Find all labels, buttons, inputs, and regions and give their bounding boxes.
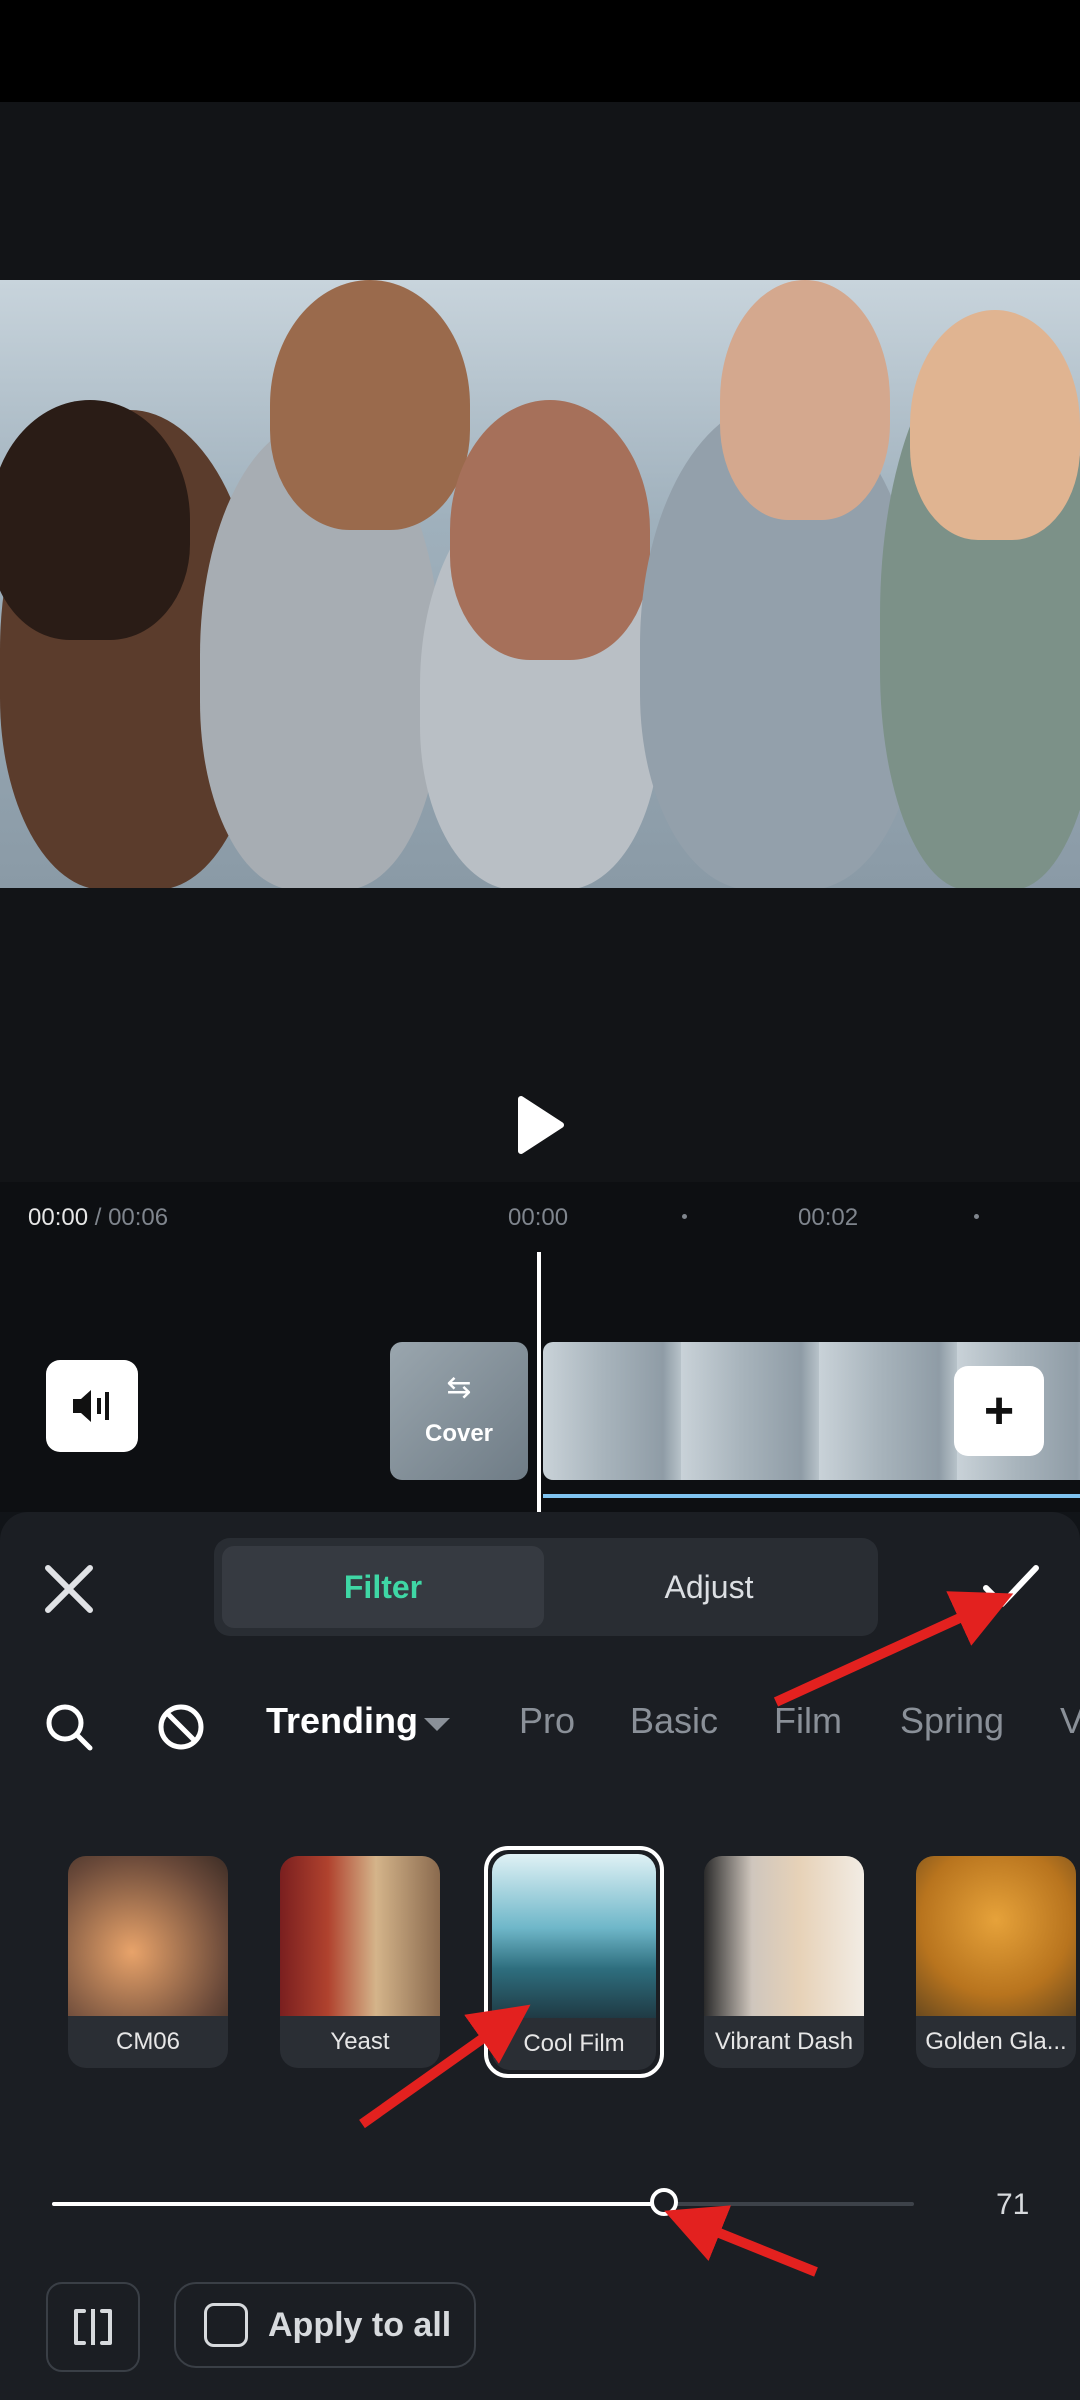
total-time: / 00:06 xyxy=(88,1204,169,1231)
cover-label: Cover xyxy=(424,1420,494,1447)
apply-to-all-toggle[interactable]: Apply to all xyxy=(174,2282,476,2368)
check-icon[interactable] xyxy=(982,1562,1040,1612)
filter-label: Vibrant Dash xyxy=(714,2028,854,2055)
filter-thumbnail xyxy=(704,1856,864,2016)
filter-adjust-tabs: Filter Adjust xyxy=(214,1538,878,1636)
category-spring[interactable]: Spring xyxy=(900,1700,1004,1752)
category-pro[interactable]: Pro xyxy=(519,1700,575,1752)
filter-golden-glow[interactable]: Golden Gla... xyxy=(916,1856,1076,2068)
split-compare-icon xyxy=(74,2309,112,2345)
tab-adjust[interactable]: Adjust xyxy=(548,1546,870,1628)
no-filter-icon[interactable] xyxy=(156,1702,206,1752)
swap-icon: ⇆ xyxy=(446,1371,472,1404)
volume-icon xyxy=(73,1390,109,1422)
slider-value: 71 xyxy=(996,2188,1030,2221)
category-more[interactable]: V xyxy=(1060,1700,1080,1752)
add-clip-button[interactable]: + xyxy=(954,1366,1044,1456)
filter-yeast[interactable]: Yeast xyxy=(280,1856,440,2068)
filter-thumbnail xyxy=(916,1856,1076,2016)
plus-icon: + xyxy=(983,1382,1015,1440)
clip-selection-line xyxy=(543,1494,1080,1498)
status-bar xyxy=(0,0,1080,102)
slider-fill xyxy=(52,2202,665,2206)
ruler-dot xyxy=(682,1214,687,1219)
filter-label: Yeast xyxy=(330,2028,390,2055)
video-preview xyxy=(0,280,1080,888)
mute-audio-button[interactable] xyxy=(46,1360,138,1452)
ruler-dot xyxy=(974,1214,979,1219)
ruler-mark: 00:00 xyxy=(508,1204,569,1231)
search-icon[interactable] xyxy=(44,1702,94,1752)
filter-thumbnail xyxy=(280,1856,440,2016)
time-display: 00:00 / 00:06 xyxy=(28,1204,168,1232)
filter-label: Golden Gla... xyxy=(925,2028,1067,2055)
category-basic[interactable]: Basic xyxy=(630,1700,718,1752)
cover-button[interactable]: ⇆ Cover xyxy=(390,1342,528,1480)
filter-label: CM06 xyxy=(115,2028,181,2055)
current-time: 00:00 xyxy=(28,1204,89,1231)
tab-filter[interactable]: Filter xyxy=(222,1546,544,1628)
play-icon[interactable] xyxy=(515,1095,565,1155)
apply-to-all-checkbox[interactable] xyxy=(204,2303,248,2347)
compare-button[interactable] xyxy=(46,2282,140,2372)
selected-filter-ring xyxy=(484,1846,664,2078)
slider-handle[interactable] xyxy=(650,2188,679,2216)
apply-to-all-label: Apply to all xyxy=(268,2305,452,2344)
playhead[interactable] xyxy=(537,1252,541,1512)
category-film[interactable]: Film xyxy=(774,1700,842,1752)
filter-cm06[interactable]: CM06 xyxy=(68,1856,228,2068)
filter-thumbnail xyxy=(68,1856,228,2016)
ruler-mark: 00:02 xyxy=(798,1204,859,1231)
close-icon[interactable] xyxy=(40,1560,98,1618)
chevron-down-icon[interactable] xyxy=(424,1718,450,1731)
filter-vibrant-dash[interactable]: Vibrant Dash xyxy=(704,1856,864,2068)
category-trending[interactable]: Trending xyxy=(266,1700,418,1752)
